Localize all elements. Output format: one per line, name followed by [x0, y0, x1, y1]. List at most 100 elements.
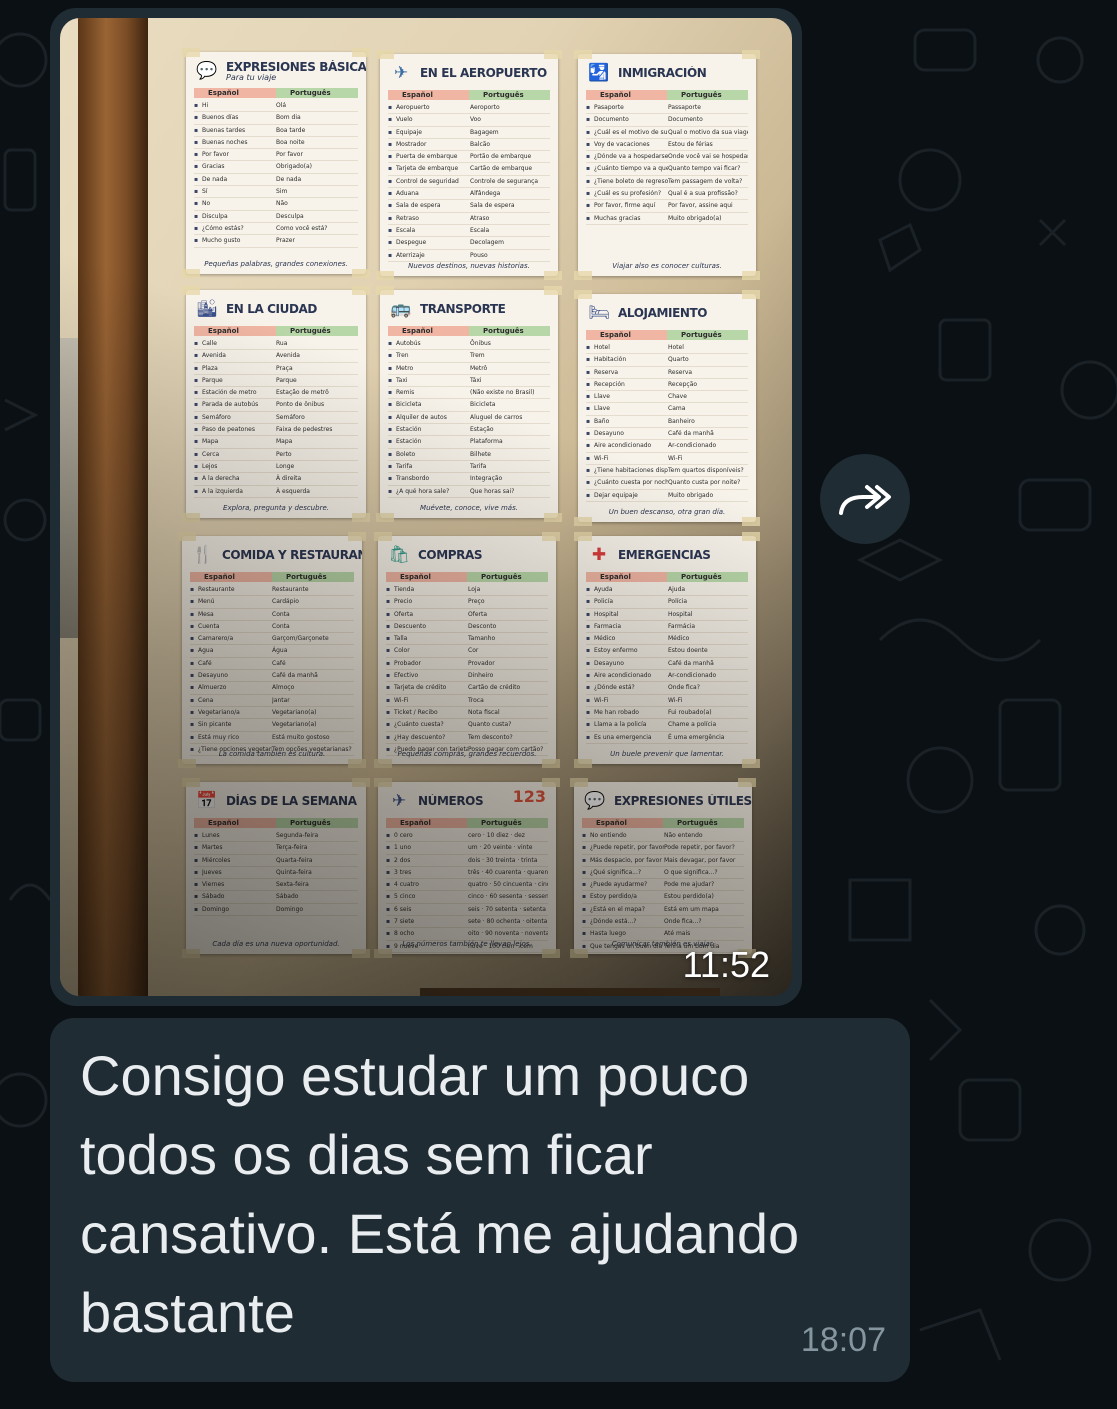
row-pt: oito · 90 noventa · noventa [468, 930, 548, 938]
row-bullet-icon: ▪ [586, 479, 591, 487]
tape-strip [352, 778, 370, 787]
row-bullet-icon: ▪ [190, 647, 195, 655]
row-es: Dejar equipaje [594, 491, 638, 499]
text-message-bubble[interactable]: Consigo estudar um pouco todos os dias s… [50, 1018, 910, 1382]
poster-row: ▪ A la derecha À direita [194, 473, 358, 486]
poster-row: ▪ 2 dos dois · 30 treinta · trinta [386, 855, 548, 867]
poster-row: ▪ Tarjeta de crédito Cartão de crédito [386, 682, 548, 695]
row-pt: Voo [470, 116, 481, 124]
row-es: Calle [202, 340, 217, 347]
row-es: Estación [396, 438, 422, 446]
poster-row: ▪ ¿Puede ayudarme? Pode me ajudar? [582, 879, 744, 892]
poster-row: ▪ Wi-Fi Wi-Fi [586, 695, 748, 707]
row-pt: Escala [470, 226, 490, 234]
poster-row: ▪¿Tiene habitaciones disponibles?Tem qua… [586, 465, 748, 478]
poster-header: 🛂 INMIGRACIÓN [578, 54, 756, 90]
poster-row: ▪ Por favor Por favor [194, 149, 358, 162]
row-bullet-icon: ▪ [586, 430, 591, 438]
row-pt: Estou de férias [668, 140, 713, 148]
row-es: Buenas noches [202, 138, 248, 146]
row-bullet-icon: ▪ [194, 138, 199, 146]
row-pt: sete · 80 ochenta · oitenta [468, 918, 548, 926]
row-pt: (Não existe no Brasil) [470, 389, 535, 397]
poster-row: ▪ ¿Hay descuento? Tem desconto? [386, 732, 548, 744]
row-pt: Aluguel de carros [470, 413, 523, 421]
row-bullet-icon: ▪ [388, 140, 393, 148]
column-header-pt: Português [276, 818, 358, 828]
tape-strip [182, 48, 200, 57]
row-bullet-icon: ▪ [586, 202, 591, 210]
poster-rows: ▪ Autobús Ônibus ▪ Tren Trem ▪ Metro Metrô ▪ Taxi T… [388, 338, 550, 498]
row-bullet-icon: ▪ [586, 635, 591, 643]
poster-row: ▪ Plaza Praça [194, 363, 358, 375]
poster-column-headers: Español Português [582, 818, 744, 828]
poster-row: ▪ Puerta de embarque Portão de embarque [388, 151, 550, 164]
row-pt: Cartão de crédito [468, 684, 521, 692]
poster-row: ▪ Estación de metro Estação de metrô [194, 387, 358, 400]
row-pt: Desculpa [276, 212, 304, 220]
poster-header: 🛏 ALOJAMIENTO [578, 294, 756, 330]
poster-column-headers: Español Português [194, 326, 358, 336]
poster-row: ▪ Avenida Avenida [194, 350, 358, 363]
row-bullet-icon: ▪ [386, 586, 391, 593]
row-bullet-icon: ▪ [194, 114, 199, 122]
row-pt: Estação de metrô [276, 389, 329, 397]
poster-row: ▪ Hi Olá [194, 100, 358, 113]
row-es: Sin picante [198, 721, 232, 729]
row-bullet-icon: ▪ [194, 450, 199, 458]
poster-row: ▪ Recepción Recepção [586, 379, 748, 392]
row-bullet-icon: ▪ [582, 893, 587, 901]
tape-strip [348, 759, 366, 768]
image-message-bubble[interactable]: 💬 EXPRESIONES BÁSICAS Para tu viaje Español… [50, 8, 802, 1006]
poster-title: INMIGRACIÓN [618, 66, 707, 80]
row-es: Menú [198, 598, 215, 606]
row-bullet-icon: ▪ [388, 413, 393, 421]
poster-row: ▪ No Não [194, 198, 358, 211]
row-es: Aire acondicionado [594, 442, 652, 450]
poster-title: DÍAS DE LA SEMANA [226, 794, 357, 808]
row-es: 2 dos [394, 856, 411, 864]
poster-row: ▪ Jueves Quinta-feira [194, 867, 358, 880]
tape-strip [544, 286, 562, 295]
tape-strip [376, 513, 394, 522]
row-pt: Decolagem [470, 239, 504, 247]
poster-icon: 🍴 [192, 544, 214, 565]
vocabulary-posters-photo[interactable]: 💬 EXPRESIONES BÁSICAS Para tu viaje Español… [60, 18, 792, 996]
row-pt: Avenida [276, 352, 300, 360]
row-bullet-icon: ▪ [190, 721, 195, 729]
row-es: 5 cinco [394, 893, 416, 901]
row-bullet-icon: ▪ [582, 868, 587, 876]
row-pt: Atraso [470, 214, 490, 222]
row-pt: Ar-condicionado [668, 672, 717, 680]
forward-button[interactable] [820, 454, 910, 544]
poster-row: ▪ Tarifa Tarifa [388, 461, 550, 474]
row-bullet-icon: ▪ [586, 165, 591, 173]
row-pt: um · 20 veinte · vinte [468, 844, 533, 852]
poster-row: ▪ Wi-Fi Troca [386, 695, 548, 707]
row-pt: Quinta-feira [276, 868, 312, 876]
column-header-es: Español [194, 326, 276, 336]
row-bullet-icon: ▪ [388, 475, 393, 483]
poster-row: ▪ Buenas noches Boa noite [194, 137, 358, 150]
row-es: Llave [594, 405, 610, 413]
row-bullet-icon: ▪ [194, 212, 199, 220]
row-bullet-icon: ▪ [582, 832, 587, 839]
row-pt: Não entendo [664, 832, 703, 839]
column-header-es: Español [388, 326, 469, 336]
poster-row: ▪ Mesa Conta [190, 609, 354, 621]
row-bullet-icon: ▪ [388, 104, 393, 111]
row-pt: Plataforma [470, 438, 503, 446]
tape-strip [182, 269, 200, 278]
row-bullet-icon: ▪ [386, 610, 391, 618]
poster-row: ▪ Gracias Obrigado(a) [194, 161, 358, 174]
row-es: Aeropuerto [396, 104, 430, 111]
row-pt: Boa tarde [276, 126, 306, 134]
row-bullet-icon: ▪ [388, 214, 393, 222]
row-pt: Reserva [668, 368, 693, 376]
poster-column-headers: Español Português [194, 88, 358, 98]
column-header-pt: Português [276, 326, 358, 336]
row-bullet-icon: ▪ [586, 417, 591, 425]
row-bullet-icon: ▪ [194, 413, 199, 421]
poster-row: ▪ ¿Está en el mapa? Está em um mapa [582, 904, 744, 917]
row-bullet-icon: ▪ [194, 352, 199, 360]
